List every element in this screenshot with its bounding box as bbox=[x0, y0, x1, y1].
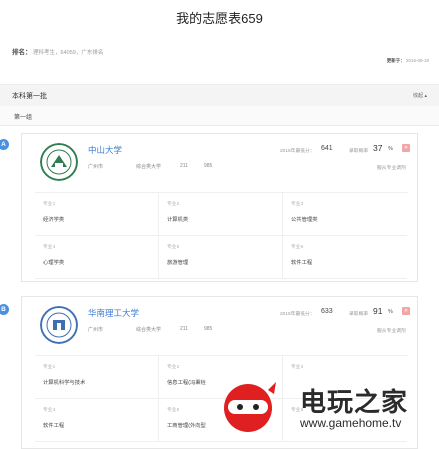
delete-button[interactable]: ✕ bbox=[402, 144, 410, 152]
choice-marker-b: B bbox=[0, 304, 9, 315]
university-name-link[interactable]: 华南理工大学 bbox=[88, 307, 139, 319]
major-cell[interactable]: 专业3 公共管理类 bbox=[283, 193, 407, 236]
university-logo-icon bbox=[40, 143, 78, 181]
probability-label: 录取概率 bbox=[349, 149, 369, 154]
major-slot: 专业5 bbox=[167, 408, 180, 413]
university-city: 广州市 bbox=[88, 164, 104, 170]
major-slot: 专业1 bbox=[43, 202, 56, 207]
probability-value: 37 bbox=[373, 143, 383, 153]
adjust-option[interactable]: 服从专业调剂 bbox=[377, 327, 406, 334]
major-slot: 专业5 bbox=[167, 245, 180, 250]
major-name: 软件工程 bbox=[43, 423, 65, 429]
major-cell[interactable]: 专业6 软件工程 bbox=[283, 236, 407, 279]
major-name: 软件工程 bbox=[291, 260, 313, 266]
group-title: 第一组 bbox=[14, 115, 33, 121]
major-cell[interactable]: 专业1 经济学类 bbox=[35, 193, 159, 236]
major-name: 工商管理(外向型 bbox=[167, 423, 206, 429]
major-slot: 专业3 bbox=[291, 365, 304, 370]
major-name: 经济学类 bbox=[43, 217, 65, 223]
probability-percent: % bbox=[388, 146, 393, 152]
mascot-logo-icon bbox=[224, 382, 276, 432]
rank-info: 排名： 理科考生，64059，广东排名 bbox=[12, 46, 103, 56]
major-slot: 专业6 bbox=[291, 245, 304, 250]
tag-985: 985 bbox=[204, 326, 213, 332]
min-score-label: 2015年最低分： bbox=[280, 312, 315, 317]
tag-211: 211 bbox=[180, 326, 188, 332]
major-name: 计算机类 bbox=[167, 217, 189, 223]
rank-label: 排名： bbox=[12, 49, 32, 56]
adjust-option[interactable]: 服从专业调剂 bbox=[377, 164, 406, 171]
tag-211: 211 bbox=[180, 163, 188, 169]
min-score-value: 641 bbox=[321, 145, 333, 152]
majors-grid: 专业1 经济学类 专业2 计算机类 专业3 公共管理类 专业4 心理学类 专业5 旅游管理… bbox=[35, 192, 408, 279]
update-label: 更新于： bbox=[386, 58, 405, 63]
watermark-title: 电玩之家 bbox=[300, 387, 409, 417]
site-watermark: 电玩之家 www.gamehome.tv bbox=[216, 374, 439, 449]
close-icon: ✕ bbox=[403, 308, 409, 314]
major-cell[interactable]: 专业4 心理学类 bbox=[35, 236, 159, 279]
probability-label: 录取概率 bbox=[349, 312, 369, 317]
major-cell[interactable]: 专业4 软件工程 bbox=[35, 399, 159, 442]
major-name: 心理学类 bbox=[43, 260, 65, 266]
batch-title: 本科第一批 bbox=[12, 93, 47, 100]
watermark-url: www.gamehome.tv bbox=[300, 416, 402, 430]
major-cell[interactable]: 专业5 旅游管理 bbox=[159, 236, 283, 279]
delete-button[interactable]: ✕ bbox=[402, 307, 410, 315]
university-city: 广州市 bbox=[88, 327, 104, 333]
university-type: 综合类大学 bbox=[136, 327, 162, 333]
page-title: 我的志愿表659 bbox=[176, 11, 263, 26]
university-name-link[interactable]: 中山大学 bbox=[88, 144, 122, 156]
batch-header: 本科第一批 收起 ▴ bbox=[0, 84, 439, 106]
close-icon: ✕ bbox=[403, 145, 409, 151]
university-logo-icon bbox=[40, 306, 78, 344]
choice-marker-a: A bbox=[0, 139, 9, 150]
university-type: 综合类大学 bbox=[136, 164, 162, 170]
major-cell[interactable]: 专业2 计算机类 bbox=[159, 193, 283, 236]
major-slot: 专业2 bbox=[167, 202, 180, 207]
major-slot: 专业4 bbox=[43, 408, 56, 413]
min-score-value: 633 bbox=[321, 308, 333, 315]
probability-percent: % bbox=[388, 309, 393, 315]
group-header: 第一组 bbox=[0, 106, 439, 126]
major-cell[interactable]: 专业1 计算机科学与技术 bbox=[35, 356, 159, 399]
major-slot: 专业1 bbox=[43, 365, 56, 370]
tag-985: 985 bbox=[204, 163, 213, 169]
university-card: 中山大学 广州市 综合类大学 211 985 2015年最低分： 641 录取概… bbox=[21, 133, 418, 282]
major-name: 旅游管理 bbox=[167, 260, 189, 266]
major-slot: 专业4 bbox=[43, 245, 56, 250]
major-name: 信息工程(冯秉铨 bbox=[167, 380, 206, 386]
rank-value: 理科考生，64059，广东排名 bbox=[33, 50, 104, 56]
update-info: 更新于： 2016-06-18 bbox=[387, 58, 429, 64]
collapse-toggle[interactable]: 收起 ▴ bbox=[413, 92, 427, 99]
major-slot: 专业2 bbox=[167, 365, 180, 370]
min-score-label: 2015年最低分： bbox=[280, 149, 315, 154]
major-name: 公共管理类 bbox=[291, 217, 318, 223]
major-slot: 专业3 bbox=[291, 202, 304, 207]
major-name: 计算机科学与技术 bbox=[43, 380, 86, 386]
probability-value: 91 bbox=[373, 306, 383, 316]
update-value: 2016-06-18 bbox=[405, 58, 429, 63]
